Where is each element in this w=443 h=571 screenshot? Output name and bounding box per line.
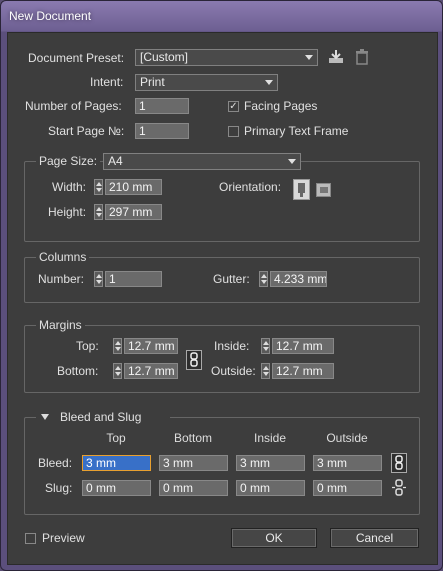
title-bar[interactable]: New Document bbox=[1, 1, 442, 32]
number-of-pages-label: Number of Pages: bbox=[25, 99, 122, 113]
ok-button[interactable]: OK bbox=[231, 528, 317, 548]
portrait-orientation-icon[interactable] bbox=[293, 179, 310, 200]
new-document-dialog: New Document Document Preset: [Custom] I… bbox=[0, 0, 443, 571]
height-input[interactable]: 297 mm bbox=[105, 204, 162, 220]
disclosure-triangle-icon bbox=[41, 414, 49, 420]
bleed-link-icon[interactable] bbox=[391, 453, 407, 473]
top-margin-input[interactable]: 12.7 mm bbox=[124, 338, 178, 354]
gutter-stepper[interactable] bbox=[259, 271, 268, 287]
chevron-down-icon bbox=[265, 80, 273, 85]
link-icon[interactable] bbox=[186, 350, 202, 370]
slug-unlink-icon[interactable] bbox=[391, 479, 407, 497]
primary-text-frame-label: Primary Text Frame bbox=[244, 124, 349, 138]
intent-dropdown[interactable]: Print bbox=[135, 74, 278, 91]
width-stepper[interactable] bbox=[94, 179, 103, 195]
intent-label: Intent: bbox=[90, 75, 124, 89]
page-size-group bbox=[24, 161, 420, 242]
bottom-margin-stepper[interactable] bbox=[113, 363, 122, 379]
dialog-body: Document Preset: [Custom] Intent: Print … bbox=[7, 32, 438, 565]
facing-pages-checkbox[interactable]: ✓ bbox=[228, 101, 239, 112]
orientation-label: Orientation: bbox=[219, 180, 282, 194]
margins-group bbox=[24, 325, 420, 393]
start-page-label: Start Page №: bbox=[48, 124, 125, 138]
inside-margin-label: Inside: bbox=[214, 339, 250, 353]
chevron-down-icon bbox=[305, 55, 313, 60]
bleed-inside-input[interactable]: 3 mm bbox=[236, 455, 305, 471]
bleed-label: Bleed: bbox=[38, 456, 73, 470]
trash-icon[interactable] bbox=[355, 49, 369, 65]
window-title: New Document bbox=[9, 9, 92, 23]
gutter-label: Gutter: bbox=[213, 272, 250, 286]
page-size-dropdown[interactable]: A4 bbox=[103, 153, 301, 170]
preset-value: [Custom] bbox=[140, 50, 189, 64]
bleed-top-input[interactable]: 3 mm bbox=[82, 455, 151, 471]
columns-number-input[interactable]: 1 bbox=[105, 271, 162, 287]
height-label: Height: bbox=[48, 205, 87, 219]
cancel-button[interactable]: Cancel bbox=[330, 528, 419, 548]
column-header-bottom: Bottom bbox=[173, 431, 212, 445]
bleed-outside-input[interactable]: 3 mm bbox=[313, 455, 382, 471]
save-preset-icon[interactable] bbox=[327, 49, 345, 65]
preset-dropdown[interactable]: [Custom] bbox=[135, 49, 318, 66]
page-size-value: A4 bbox=[108, 154, 123, 168]
bottom-margin-label: Bottom: bbox=[57, 364, 99, 378]
outside-margin-label: Outside: bbox=[211, 364, 256, 378]
width-input[interactable]: 210 mm bbox=[105, 179, 162, 195]
columns-title: Columns bbox=[36, 250, 90, 264]
gutter-input[interactable]: 4.233 mm bbox=[270, 271, 327, 287]
height-stepper[interactable] bbox=[94, 204, 103, 220]
slug-outside-input[interactable]: 0 mm bbox=[313, 480, 382, 496]
facing-pages-label: Facing Pages bbox=[244, 99, 318, 113]
margins-title: Margins bbox=[36, 318, 85, 332]
primary-text-frame-checkbox[interactable] bbox=[228, 126, 239, 137]
slug-inside-input[interactable]: 0 mm bbox=[236, 480, 305, 496]
width-label: Width: bbox=[52, 180, 87, 194]
top-margin-label: Top: bbox=[76, 339, 99, 353]
intent-value: Print bbox=[140, 75, 165, 89]
preview-checkbox[interactable] bbox=[25, 533, 36, 544]
preset-label: Document Preset: bbox=[28, 51, 125, 65]
columns-number-stepper[interactable] bbox=[94, 271, 103, 287]
bleed-slug-header[interactable]: Bleed and Slug bbox=[36, 409, 170, 425]
preview-label: Preview bbox=[42, 531, 85, 545]
slug-label: Slug: bbox=[45, 481, 73, 495]
number-of-pages-input[interactable]: 1 bbox=[135, 98, 189, 114]
slug-top-input[interactable]: 0 mm bbox=[82, 480, 151, 496]
column-header-outside: Outside bbox=[326, 431, 368, 445]
start-page-input[interactable]: 1 bbox=[135, 123, 189, 139]
column-header-top: Top bbox=[106, 431, 126, 445]
bottom-margin-input[interactable]: 12.7 mm bbox=[124, 363, 178, 379]
outside-margin-input[interactable]: 12.7 mm bbox=[272, 363, 334, 379]
inside-margin-stepper[interactable] bbox=[261, 338, 270, 354]
columns-number-label: Number: bbox=[38, 272, 85, 286]
slug-bottom-input[interactable]: 0 mm bbox=[159, 480, 228, 496]
top-margin-stepper[interactable] bbox=[113, 338, 122, 354]
outside-margin-stepper[interactable] bbox=[261, 363, 270, 379]
landscape-orientation-icon[interactable] bbox=[316, 183, 331, 197]
chevron-down-icon bbox=[288, 159, 296, 164]
bleed-bottom-input[interactable]: 3 mm bbox=[159, 455, 228, 471]
page-size-label: Page Size: bbox=[36, 153, 101, 169]
column-header-inside: Inside bbox=[253, 431, 287, 445]
inside-margin-input[interactable]: 12.7 mm bbox=[272, 338, 334, 354]
bleed-slug-title: Bleed and Slug bbox=[60, 410, 142, 424]
